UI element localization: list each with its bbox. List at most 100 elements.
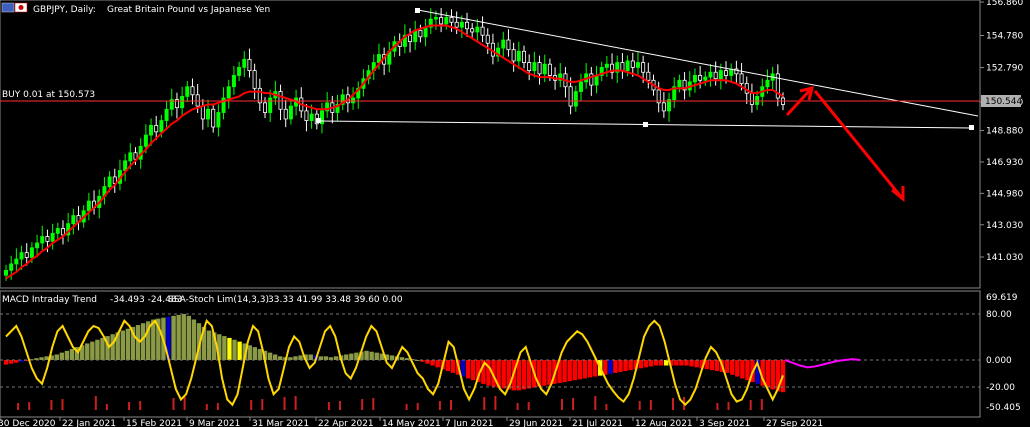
bottom-bar bbox=[405, 404, 408, 410]
histogram-bar bbox=[176, 314, 181, 360]
bottom-bar bbox=[205, 404, 208, 410]
x-tick-label: 14 May 2021 bbox=[382, 419, 441, 427]
chart-symbol: GBPJPY, Daily: bbox=[33, 5, 96, 15]
histogram-bar bbox=[308, 354, 313, 360]
x-tick-label: 9 Mar 2021 bbox=[189, 419, 240, 427]
x-tick-label: 29 Jun 2021 bbox=[509, 419, 563, 427]
histogram-bar bbox=[572, 360, 577, 381]
histogram-bar bbox=[278, 356, 283, 360]
histogram-bar bbox=[120, 330, 126, 360]
bottom-bar bbox=[594, 396, 597, 410]
histogram-bar bbox=[171, 315, 176, 360]
chart-canvas: BUY 0.01 at 150.573 GBPJPY, Daily: Great… bbox=[0, 0, 1023, 427]
histogram-bar bbox=[95, 339, 100, 360]
bottom-bar bbox=[561, 399, 563, 410]
bottom-bar bbox=[294, 396, 297, 410]
histogram-bar bbox=[648, 360, 654, 367]
bottom-bar bbox=[483, 397, 486, 410]
histogram-bar bbox=[425, 360, 430, 364]
histogram-bar bbox=[59, 352, 65, 360]
x-tick-label: 3 Sep 2021 bbox=[699, 419, 750, 427]
bottom-bar bbox=[128, 402, 131, 410]
histogram-bar bbox=[663, 360, 669, 366]
bottom-bar bbox=[94, 396, 97, 410]
indicator-tick-label: 69.619 bbox=[986, 293, 1018, 303]
bottom-bar bbox=[716, 403, 719, 410]
y-tick-label: 154.780 bbox=[986, 32, 1023, 42]
histogram-bar bbox=[333, 356, 339, 360]
bottom-bar bbox=[572, 398, 575, 410]
histogram-bar bbox=[684, 360, 689, 366]
trend-handle[interactable] bbox=[643, 122, 648, 127]
histogram-bar bbox=[694, 360, 699, 368]
y-tick-label: 141.030 bbox=[986, 253, 1023, 263]
current-price-label: 150.544 bbox=[985, 97, 1022, 107]
x-tick-label: 12 Aug 2021 bbox=[635, 419, 693, 427]
histogram-bar bbox=[364, 350, 369, 360]
histogram-bar bbox=[206, 330, 212, 360]
histogram-bar bbox=[613, 360, 618, 373]
histogram-bar bbox=[562, 360, 567, 383]
histogram-bar bbox=[603, 360, 608, 375]
bottom-bar bbox=[139, 401, 142, 410]
bottom-bar bbox=[61, 399, 64, 410]
histogram-bar bbox=[689, 360, 694, 367]
indicator-tick-label: -50.405 bbox=[986, 403, 1021, 413]
histogram-bar bbox=[3, 360, 9, 365]
y-tick-label: 144.980 bbox=[986, 189, 1023, 199]
histogram-bar bbox=[293, 356, 298, 360]
histogram-bar bbox=[323, 356, 329, 360]
x-tick-label: 27 Sep 2021 bbox=[766, 419, 823, 427]
bottom-bar bbox=[250, 400, 253, 410]
histogram-bar bbox=[222, 336, 227, 360]
histogram-bar bbox=[658, 360, 664, 366]
histogram-bar bbox=[608, 360, 613, 374]
histogram-bar bbox=[44, 356, 49, 360]
bottom-bar bbox=[361, 399, 364, 410]
chart-description: Great Britain Pound vs Japanese Yen bbox=[107, 5, 270, 15]
histogram-bar bbox=[521, 360, 527, 390]
histogram-bar bbox=[8, 360, 14, 364]
bottom-bar bbox=[749, 400, 752, 410]
histogram-bar bbox=[227, 337, 232, 360]
histogram-bar bbox=[735, 360, 740, 377]
bottom-bar bbox=[28, 402, 31, 410]
histogram-bar bbox=[730, 360, 735, 375]
histogram-bar bbox=[618, 360, 623, 372]
x-tick-label: 21 Jul 2021 bbox=[572, 419, 623, 427]
y-tick-label: 156.860 bbox=[986, 0, 1023, 8]
bottom-bar bbox=[17, 403, 20, 410]
histogram-bar bbox=[445, 360, 451, 372]
histogram-bar bbox=[140, 323, 146, 360]
histogram-bar bbox=[125, 328, 131, 360]
bottom-bar bbox=[649, 400, 652, 410]
trend-handle[interactable] bbox=[969, 125, 974, 130]
bottom-bar bbox=[638, 401, 641, 410]
histogram-bar bbox=[54, 354, 59, 360]
histogram-bar bbox=[638, 360, 644, 369]
bottom-bar bbox=[727, 402, 730, 410]
histogram-bar bbox=[232, 339, 237, 360]
bottom-bar bbox=[283, 397, 286, 410]
trend-handle[interactable] bbox=[415, 8, 420, 13]
histogram-bar bbox=[90, 341, 95, 360]
bottom-bar bbox=[494, 396, 497, 410]
histogram-bar bbox=[674, 360, 679, 366]
y-tick-label: 143.030 bbox=[986, 221, 1023, 231]
bottom-bar bbox=[105, 404, 108, 410]
histogram-bar bbox=[369, 351, 374, 360]
bottom-bar bbox=[216, 403, 219, 410]
x-tick-label: 22 Apr 2021 bbox=[318, 419, 374, 427]
indicator-values-2: 33.33 41.99 33.48 39.60 0.00 bbox=[268, 295, 403, 305]
bottom-bar bbox=[183, 397, 186, 410]
histogram-bar bbox=[298, 355, 303, 360]
histogram-bar bbox=[252, 347, 258, 360]
histogram-bar bbox=[653, 360, 659, 366]
histogram-bar bbox=[577, 360, 583, 380]
indicator-axis: 69.619 80.00 0.000 -20.00 -50.405 bbox=[986, 293, 1021, 413]
histogram-bar bbox=[567, 360, 572, 382]
x-tick-label: 22 Jan 2021 bbox=[62, 419, 116, 427]
trend-handle[interactable] bbox=[316, 118, 321, 123]
indicator-tick-label: 80.00 bbox=[986, 310, 1012, 320]
histogram-bar bbox=[628, 360, 633, 371]
